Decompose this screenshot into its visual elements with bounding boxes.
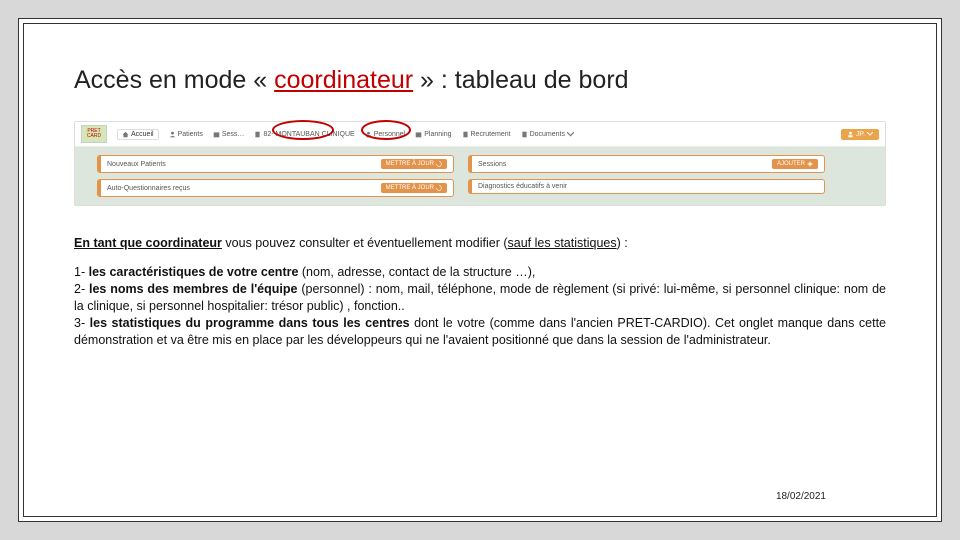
intro-lead-bold: En tant que coordinateur xyxy=(74,236,222,250)
card-nouveaux-patients: Nouveaux Patients METTRE À JOUR xyxy=(97,155,454,173)
refresh-icon xyxy=(436,161,442,167)
pt3-bold: les statistiques du programme dans tous … xyxy=(90,316,410,330)
nav-label: Documents xyxy=(530,131,565,138)
slide-frame: Accès en mode « coordinateur » : tableau… xyxy=(23,23,937,517)
update-button[interactable]: METTRE À JOUR xyxy=(381,159,447,169)
card-diagnostics: Diagnostics éducatifs à venir xyxy=(468,179,825,194)
chevron-down-icon xyxy=(567,131,574,138)
embedded-screenshot: PRET CARD Accueil Patients Sess… 8 xyxy=(74,121,886,206)
pt1-bold: les caractéristiques de votre centre xyxy=(89,265,299,279)
nav-planning[interactable]: Planning xyxy=(415,131,451,138)
btn-label: METTRE À JOUR xyxy=(386,161,434,167)
card-title: Sessions xyxy=(478,161,506,168)
num: 2- xyxy=(74,282,89,296)
nav-label: 82- MONTAUBAN CLINIQUE xyxy=(263,131,354,138)
pt1-rest: (nom, adresse, contact de la structure …… xyxy=(298,265,535,279)
nav-sessions[interactable]: Sess… xyxy=(213,131,245,138)
plus-icon xyxy=(807,161,813,167)
app-logo: PRET CARD xyxy=(81,125,107,143)
calendar-icon xyxy=(213,131,220,138)
card-title: Nouveaux Patients xyxy=(107,161,166,168)
nav-label: Accueil xyxy=(131,131,154,138)
building-icon xyxy=(254,131,261,138)
intro-underline: sauf les statistiques xyxy=(508,236,617,250)
clipboard-icon xyxy=(462,131,469,138)
nav-centre[interactable]: 82- MONTAUBAN CLINIQUE xyxy=(254,131,354,138)
card-title: Auto-Questionnaires reçus xyxy=(107,185,190,192)
intro-paragraph: En tant que coordinateur vous pouvez con… xyxy=(74,236,886,250)
home-icon xyxy=(122,131,129,138)
nav-label: Planning xyxy=(424,131,451,138)
nav-documents[interactable]: Documents xyxy=(521,131,574,138)
person-icon xyxy=(847,131,854,138)
slide-date: 18/02/2021 xyxy=(776,491,826,502)
nav-label: Patients xyxy=(178,131,203,138)
nav-accueil[interactable]: Accueil xyxy=(117,129,159,140)
app-topbar: PRET CARD Accueil Patients Sess… 8 xyxy=(75,122,885,147)
add-button[interactable]: AJOUTER xyxy=(772,159,818,169)
dashboard-cards: Nouveaux Patients METTRE À JOUR Auto-Que… xyxy=(75,147,885,205)
nav-label: Sess… xyxy=(222,131,245,138)
intro-rest: vous pouvez consulter et éventuellement … xyxy=(222,236,508,250)
user-menu[interactable]: JP. xyxy=(841,129,879,140)
calendar-icon xyxy=(415,131,422,138)
slide-title: Accès en mode « coordinateur » : tableau… xyxy=(74,66,886,95)
refresh-icon xyxy=(436,185,442,191)
intro-tail: ) : xyxy=(617,236,628,250)
nav-label: Recrutement xyxy=(471,131,511,138)
users-icon xyxy=(169,131,176,138)
card-auto-questionnaires: Auto-Questionnaires reçus METTRE À JOUR xyxy=(97,179,454,197)
num: 3- xyxy=(74,316,90,330)
pt2-bold: les noms des membres de l'équipe xyxy=(89,282,297,296)
nav-patients[interactable]: Patients xyxy=(169,131,203,138)
title-prefix: Accès en mode « xyxy=(74,66,274,94)
logo-line2: CARD xyxy=(87,134,101,139)
nav-personnel[interactable]: Personnel xyxy=(365,131,406,138)
person-icon xyxy=(365,131,372,138)
chevron-down-icon xyxy=(867,132,873,136)
doc-icon xyxy=(521,131,528,138)
title-suffix: » : tableau de bord xyxy=(413,66,628,94)
card-sessions: Sessions AJOUTER xyxy=(468,155,825,173)
user-name: JP. xyxy=(856,131,865,138)
title-coordinateur: coordinateur xyxy=(274,66,413,94)
nav-recrutement[interactable]: Recrutement xyxy=(462,131,511,138)
card-title: Diagnostics éducatifs à venir xyxy=(478,183,567,190)
btn-label: AJOUTER xyxy=(777,161,805,167)
btn-label: METTRE À JOUR xyxy=(386,185,434,191)
num: 1- xyxy=(74,265,89,279)
nav-label: Personnel xyxy=(374,131,406,138)
bullet-list: 1- les caractéristiques de votre centre … xyxy=(74,264,886,348)
update-button[interactable]: METTRE À JOUR xyxy=(381,183,447,193)
